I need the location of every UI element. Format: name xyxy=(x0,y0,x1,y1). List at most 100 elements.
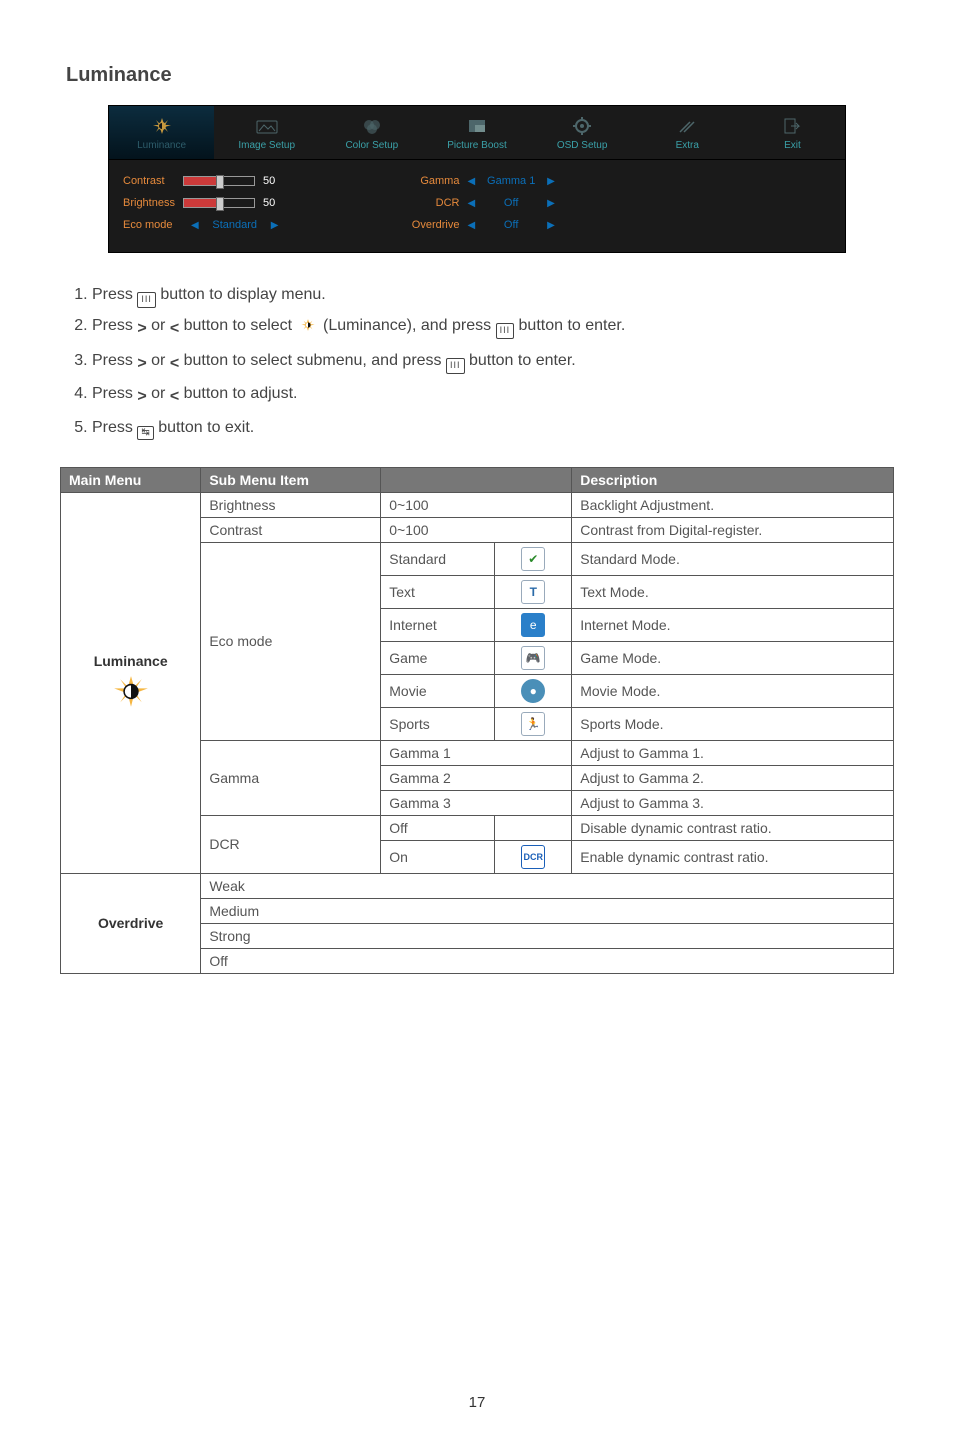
tab-label: Image Setup xyxy=(214,140,319,151)
row-label: Overdrive xyxy=(399,219,459,231)
description: Internet Mode. xyxy=(572,608,894,641)
text: or xyxy=(151,317,170,334)
row-label: Eco mode xyxy=(123,219,183,231)
game-mode-icon: 🎮 xyxy=(521,646,545,670)
option: Weak xyxy=(201,873,894,898)
extra-icon xyxy=(635,116,740,136)
text: (Luminance), and press xyxy=(323,317,496,334)
arrow-left-icon[interactable]: ◀ xyxy=(459,220,483,231)
menu-button-icon: III xyxy=(137,292,156,308)
arrow-left-icon[interactable]: ◀ xyxy=(183,220,207,231)
instruction-1: Press III button to display menu. xyxy=(92,281,894,310)
description: Movie Mode. xyxy=(572,674,894,707)
tab-label: Picture Boost xyxy=(424,140,529,151)
table-row: Luminance Brightness 0~100 Backlight Adj… xyxy=(61,492,894,517)
text: button to exit. xyxy=(158,419,254,436)
description: Sports Mode. xyxy=(572,707,894,740)
tab-label: Luminance xyxy=(109,140,214,151)
osd-tab-color-setup[interactable]: Color Setup xyxy=(319,106,424,160)
luminance-icon xyxy=(297,316,319,345)
instruction-5: Press ↹ button to exit. xyxy=(92,414,894,443)
arrow-right-icon[interactable]: ▶ xyxy=(263,220,287,231)
osd-tab-luminance[interactable]: Luminance xyxy=(109,106,214,160)
text: or xyxy=(151,352,170,369)
table-row: Overdrive Weak xyxy=(61,873,894,898)
option: Gamma 2 xyxy=(381,765,572,790)
instruction-4: Press > or < button to adjust. xyxy=(92,380,894,412)
chevron-left-icon: < xyxy=(170,383,179,412)
th-spacer xyxy=(381,467,572,492)
description: Enable dynamic contrast ratio. xyxy=(572,840,894,873)
menu-button-icon: III xyxy=(446,358,465,374)
osd-row-gamma[interactable]: Gamma ◀ Gamma 1 ▶ xyxy=(399,170,657,192)
osd-tab-image-setup[interactable]: Image Setup xyxy=(214,106,319,160)
description: Game Mode. xyxy=(572,641,894,674)
color-setup-icon xyxy=(319,116,424,136)
option: Game xyxy=(381,641,495,674)
th-description: Description xyxy=(572,467,894,492)
option: Gamma 3 xyxy=(381,790,572,815)
arrow-left-icon[interactable]: ◀ xyxy=(459,176,483,187)
select-value: Off xyxy=(483,197,539,209)
osd-row-eco-mode[interactable]: Eco mode ◀ Standard ▶ xyxy=(123,214,381,236)
instruction-3: Press > or < button to select submenu, a… xyxy=(92,347,894,379)
th-main-menu: Main Menu xyxy=(61,467,201,492)
select-value: Gamma 1 xyxy=(483,175,539,187)
row-label: Brightness xyxy=(123,197,183,209)
th-sub-menu: Sub Menu Item xyxy=(201,467,381,492)
chevron-right-icon: > xyxy=(137,350,146,379)
sub-menu: Brightness xyxy=(201,492,381,517)
reference-table: Main Menu Sub Menu Item Description Lumi… xyxy=(60,467,894,974)
tab-label: Color Setup xyxy=(319,140,424,151)
auto-exit-button-icon: ↹ xyxy=(137,426,153,440)
text-mode-icon: T xyxy=(521,580,545,604)
osd-row-dcr[interactable]: DCR ◀ Off ▶ xyxy=(399,192,657,214)
arrow-right-icon[interactable]: ▶ xyxy=(539,198,563,209)
tab-label: OSD Setup xyxy=(530,140,635,151)
arrow-left-icon[interactable]: ◀ xyxy=(459,198,483,209)
sub-menu: Gamma xyxy=(201,740,381,815)
description: Adjust to Gamma 3. xyxy=(572,790,894,815)
osd-tab-osd-setup[interactable]: OSD Setup xyxy=(530,106,635,160)
instruction-list: Press III button to display menu. Press … xyxy=(66,281,894,443)
select-value: Off xyxy=(483,219,539,231)
osd-row-brightness[interactable]: Brightness 50 xyxy=(123,192,381,214)
option: Strong xyxy=(201,923,894,948)
option: 0~100 xyxy=(381,492,572,517)
section-heading: Luminance xyxy=(66,64,894,87)
option: Movie xyxy=(381,674,495,707)
exit-icon xyxy=(740,116,845,136)
chevron-left-icon: < xyxy=(170,350,179,379)
text: Press xyxy=(92,385,137,402)
osd-setup-icon xyxy=(530,116,635,136)
osd-right-column: Gamma ◀ Gamma 1 ▶ DCR ◀ Off ▶ Overdrive … xyxy=(399,170,657,236)
description: Text Mode. xyxy=(572,575,894,608)
text: or xyxy=(151,385,170,402)
slider[interactable] xyxy=(183,176,255,186)
menu-button-icon: III xyxy=(496,323,515,339)
arrow-right-icon[interactable]: ▶ xyxy=(539,176,563,187)
osd-tab-picture-boost[interactable]: Picture Boost xyxy=(424,106,529,160)
row-label: DCR xyxy=(399,197,459,209)
osd-tab-extra[interactable]: Extra xyxy=(635,106,740,160)
tab-label: Extra xyxy=(635,140,740,151)
option: Text xyxy=(381,575,495,608)
osd-row-contrast[interactable]: Contrast 50 xyxy=(123,170,381,192)
main-menu-overdrive: Overdrive xyxy=(61,873,201,973)
osd-tab-exit[interactable]: Exit xyxy=(740,106,845,160)
mode-icon-cell: ✔ xyxy=(495,542,572,575)
tab-label: Exit xyxy=(740,140,845,151)
internet-mode-icon: e xyxy=(521,613,545,637)
sub-menu: DCR xyxy=(201,815,381,873)
standard-mode-icon: ✔ xyxy=(521,547,545,571)
option: 0~100 xyxy=(381,517,572,542)
luminance-icon xyxy=(109,116,214,136)
option: Off xyxy=(201,948,894,973)
arrow-right-icon[interactable]: ▶ xyxy=(539,220,563,231)
osd-row-overdrive[interactable]: Overdrive ◀ Off ▶ xyxy=(399,214,657,236)
page-number: 17 xyxy=(60,1394,894,1411)
option: Internet xyxy=(381,608,495,641)
slider[interactable] xyxy=(183,198,255,208)
option: Sports xyxy=(381,707,495,740)
empty-cell xyxy=(495,815,572,840)
